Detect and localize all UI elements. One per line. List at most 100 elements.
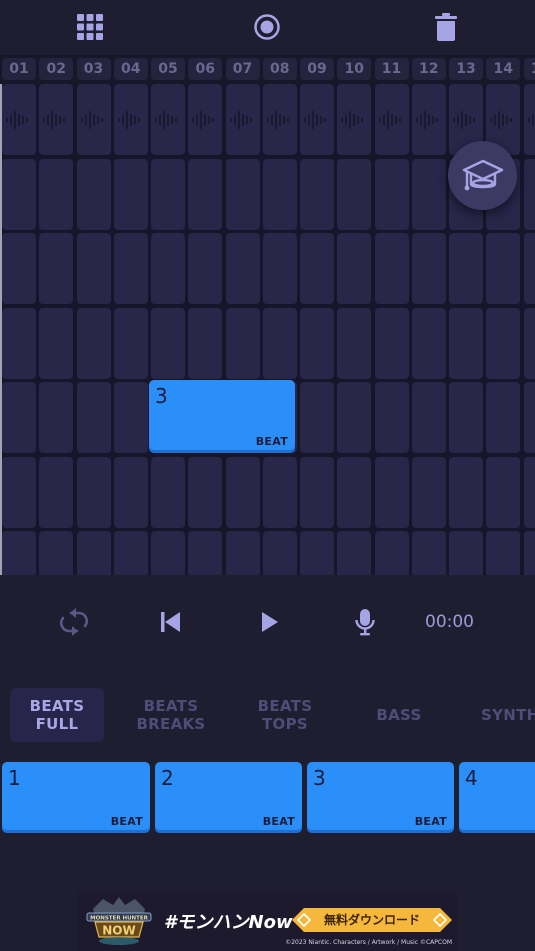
- grid-cell[interactable]: [374, 531, 409, 575]
- placed-clip[interactable]: 3 BEAT: [149, 380, 295, 453]
- grid-cell[interactable]: [39, 531, 74, 575]
- grid-cell[interactable]: [2, 456, 36, 528]
- grid-cell[interactable]: [300, 84, 334, 155]
- bar-number-05[interactable]: 05: [151, 58, 185, 80]
- grid-cell[interactable]: [151, 456, 185, 528]
- grid-cell[interactable]: [2, 84, 36, 155]
- grid-cell[interactable]: [411, 233, 446, 304]
- grid-cell[interactable]: [337, 307, 372, 379]
- tab-synth[interactable]: SYNTH: [466, 688, 535, 742]
- grid-cell[interactable]: [411, 158, 446, 230]
- grid-cell[interactable]: [337, 158, 372, 230]
- grid-cell[interactable]: [300, 456, 334, 528]
- grid-cell[interactable]: [523, 158, 535, 230]
- record-icon[interactable]: [253, 13, 281, 41]
- grid-cell[interactable]: [113, 84, 148, 155]
- grid-cell[interactable]: [2, 233, 36, 304]
- library-clip[interactable]: 2 BEAT: [155, 762, 302, 833]
- grid-cell[interactable]: [188, 158, 223, 230]
- grid-cell[interactable]: [337, 233, 372, 304]
- grid-cell[interactable]: [2, 382, 36, 453]
- grid-cell[interactable]: [486, 456, 521, 528]
- grid-cell[interactable]: [151, 233, 185, 304]
- grid-cell[interactable]: [225, 307, 260, 379]
- grid-cell[interactable]: [523, 382, 535, 453]
- grid-cell[interactable]: [374, 456, 409, 528]
- tab-beats-tops[interactable]: BEATS TOPS: [238, 688, 332, 742]
- grid-cell[interactable]: [374, 84, 409, 155]
- grid-cell[interactable]: [523, 84, 535, 155]
- grid-cell[interactable]: [486, 531, 521, 575]
- grid-cell[interactable]: [300, 307, 334, 379]
- grid-cell[interactable]: [262, 307, 297, 379]
- bar-number-10[interactable]: 10: [337, 58, 372, 80]
- grid-cell[interactable]: [151, 84, 185, 155]
- grid-cell[interactable]: [262, 84, 297, 155]
- grid-cell[interactable]: [262, 456, 297, 528]
- bar-number-04[interactable]: 04: [113, 58, 148, 80]
- bar-number-02[interactable]: 02: [39, 58, 74, 80]
- grid-cell[interactable]: [374, 307, 409, 379]
- grid-cell[interactable]: [113, 456, 148, 528]
- grid-cell[interactable]: [225, 158, 260, 230]
- grid-cell[interactable]: [76, 84, 111, 155]
- bar-number-09[interactable]: 09: [300, 58, 334, 80]
- grid-cell[interactable]: [337, 531, 372, 575]
- bar-number-13[interactable]: 13: [449, 58, 483, 80]
- tab-bass[interactable]: BASS: [352, 688, 446, 742]
- grid-menu-icon[interactable]: [76, 13, 104, 41]
- grid-cell[interactable]: [39, 84, 74, 155]
- grid-cell[interactable]: [113, 158, 148, 230]
- grid-cell[interactable]: [337, 456, 372, 528]
- grid-cell[interactable]: [151, 307, 185, 379]
- ad-banner[interactable]: MONSTER HUNTER NOW #モンハンNow 無料ダウンロード ©20…: [77, 891, 457, 951]
- grid-cell[interactable]: [337, 382, 372, 453]
- grid-cell[interactable]: [449, 531, 483, 575]
- grid-cell[interactable]: [188, 84, 223, 155]
- grid-cell[interactable]: [113, 531, 148, 575]
- grid-cell[interactable]: [411, 382, 446, 453]
- bar-number-11[interactable]: 11: [374, 58, 409, 80]
- grid-cell[interactable]: [225, 531, 260, 575]
- grid-cell[interactable]: [411, 307, 446, 379]
- bar-number-15[interactable]: 15: [523, 58, 535, 80]
- grid-cell[interactable]: [523, 307, 535, 379]
- grid-cell[interactable]: [486, 233, 521, 304]
- grid-cell[interactable]: [374, 233, 409, 304]
- record-voice-button[interactable]: [350, 605, 380, 639]
- grid-cell[interactable]: [262, 531, 297, 575]
- grid-cell[interactable]: [76, 456, 111, 528]
- grid-cell[interactable]: [449, 233, 483, 304]
- grid-cell[interactable]: [151, 158, 185, 230]
- grid-cell[interactable]: [300, 158, 334, 230]
- grid-cell[interactable]: [486, 382, 521, 453]
- grid-cell[interactable]: [523, 531, 535, 575]
- grid-cell[interactable]: [486, 307, 521, 379]
- grid-cell[interactable]: [411, 531, 446, 575]
- tab-beats-breaks[interactable]: BEATS BREAKS: [124, 688, 218, 742]
- grid-cell[interactable]: [523, 233, 535, 304]
- grid-cell[interactable]: [76, 531, 111, 575]
- grid-cell[interactable]: [39, 158, 74, 230]
- bar-number-14[interactable]: 14: [486, 58, 521, 80]
- library-clip[interactable]: 1 BEAT: [2, 762, 150, 833]
- bar-number-03[interactable]: 03: [76, 58, 111, 80]
- trash-icon[interactable]: [432, 13, 460, 41]
- bar-number-07[interactable]: 07: [225, 58, 260, 80]
- grid-cell[interactable]: [262, 158, 297, 230]
- grid-cell[interactable]: [337, 84, 372, 155]
- grid-cell[interactable]: [374, 158, 409, 230]
- grid-cell[interactable]: [2, 307, 36, 379]
- grid-cell[interactable]: [374, 382, 409, 453]
- bar-number-12[interactable]: 12: [411, 58, 446, 80]
- loop-button[interactable]: [56, 605, 92, 639]
- tab-beats-full[interactable]: BEATS FULL: [10, 688, 104, 742]
- grid-cell[interactable]: [76, 233, 111, 304]
- ad-download-button[interactable]: 無料ダウンロード: [292, 908, 452, 932]
- tutorial-button[interactable]: [448, 141, 517, 210]
- grid-cell[interactable]: [449, 382, 483, 453]
- grid-cell[interactable]: [151, 531, 185, 575]
- bar-number-01[interactable]: 01: [2, 58, 36, 80]
- grid-cell[interactable]: [225, 456, 260, 528]
- grid-cell[interactable]: [262, 233, 297, 304]
